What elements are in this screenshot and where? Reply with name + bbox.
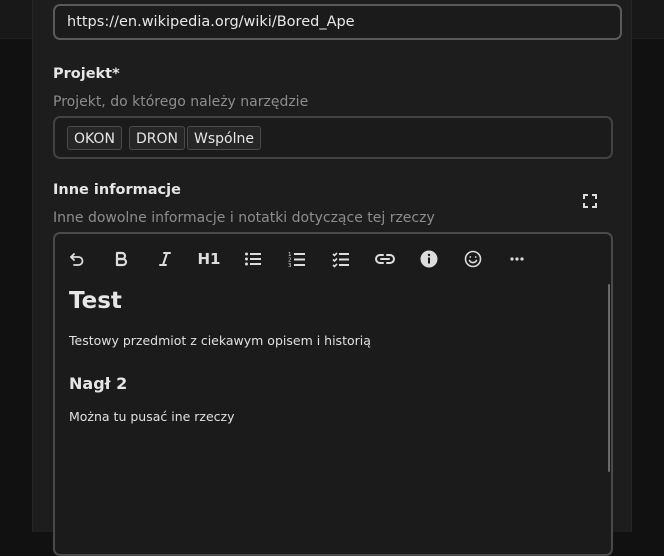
more-icon[interactable] — [506, 248, 528, 270]
url-input[interactable] — [53, 4, 622, 40]
tag-dron[interactable]: DRON — [129, 126, 185, 150]
content-heading-1: Test — [69, 288, 122, 314]
emoji-icon[interactable] — [462, 248, 484, 270]
rich-text-editor[interactable]: H1 1 2 3 Test Testowy przedmiot z ciekaw… — [53, 232, 613, 556]
tag-okon[interactable]: OKON — [67, 126, 122, 150]
info-icon[interactable] — [418, 248, 440, 270]
content-paragraph: Można tu pusać ine rzeczy — [69, 409, 235, 424]
fullscreen-icon[interactable] — [582, 193, 598, 209]
other-info-hint: Inne dowolne informacje i notatki dotycz… — [53, 210, 435, 226]
numbered-list-icon[interactable]: 1 2 3 — [286, 248, 308, 270]
content-paragraph: Testowy przedmiot z ciekawym opisem i hi… — [69, 333, 371, 348]
undo-icon[interactable] — [66, 248, 88, 270]
bullet-list-icon[interactable] — [242, 248, 264, 270]
content-heading-2: Nagł 2 — [69, 374, 128, 393]
editor-toolbar: H1 1 2 3 — [55, 234, 611, 284]
svg-text:3: 3 — [288, 263, 292, 268]
project-label: Projekt* — [53, 66, 120, 82]
editor-scrollbar[interactable] — [608, 284, 610, 472]
project-tags-field[interactable]: OKON DRON Wspólne — [53, 116, 613, 159]
heading-1-button[interactable]: H1 — [198, 248, 221, 270]
link-icon[interactable] — [374, 248, 396, 270]
form-panel: Projekt* Projekt, do którego należy narz… — [32, 0, 632, 556]
checklist-icon[interactable] — [330, 248, 352, 270]
italic-icon[interactable] — [154, 248, 176, 270]
bold-icon[interactable] — [110, 248, 132, 270]
other-info-label: Inne informacje — [53, 182, 181, 198]
tag-wspolne[interactable]: Wspólne — [187, 126, 261, 150]
project-hint: Projekt, do którego należy narzędzie — [53, 94, 309, 110]
